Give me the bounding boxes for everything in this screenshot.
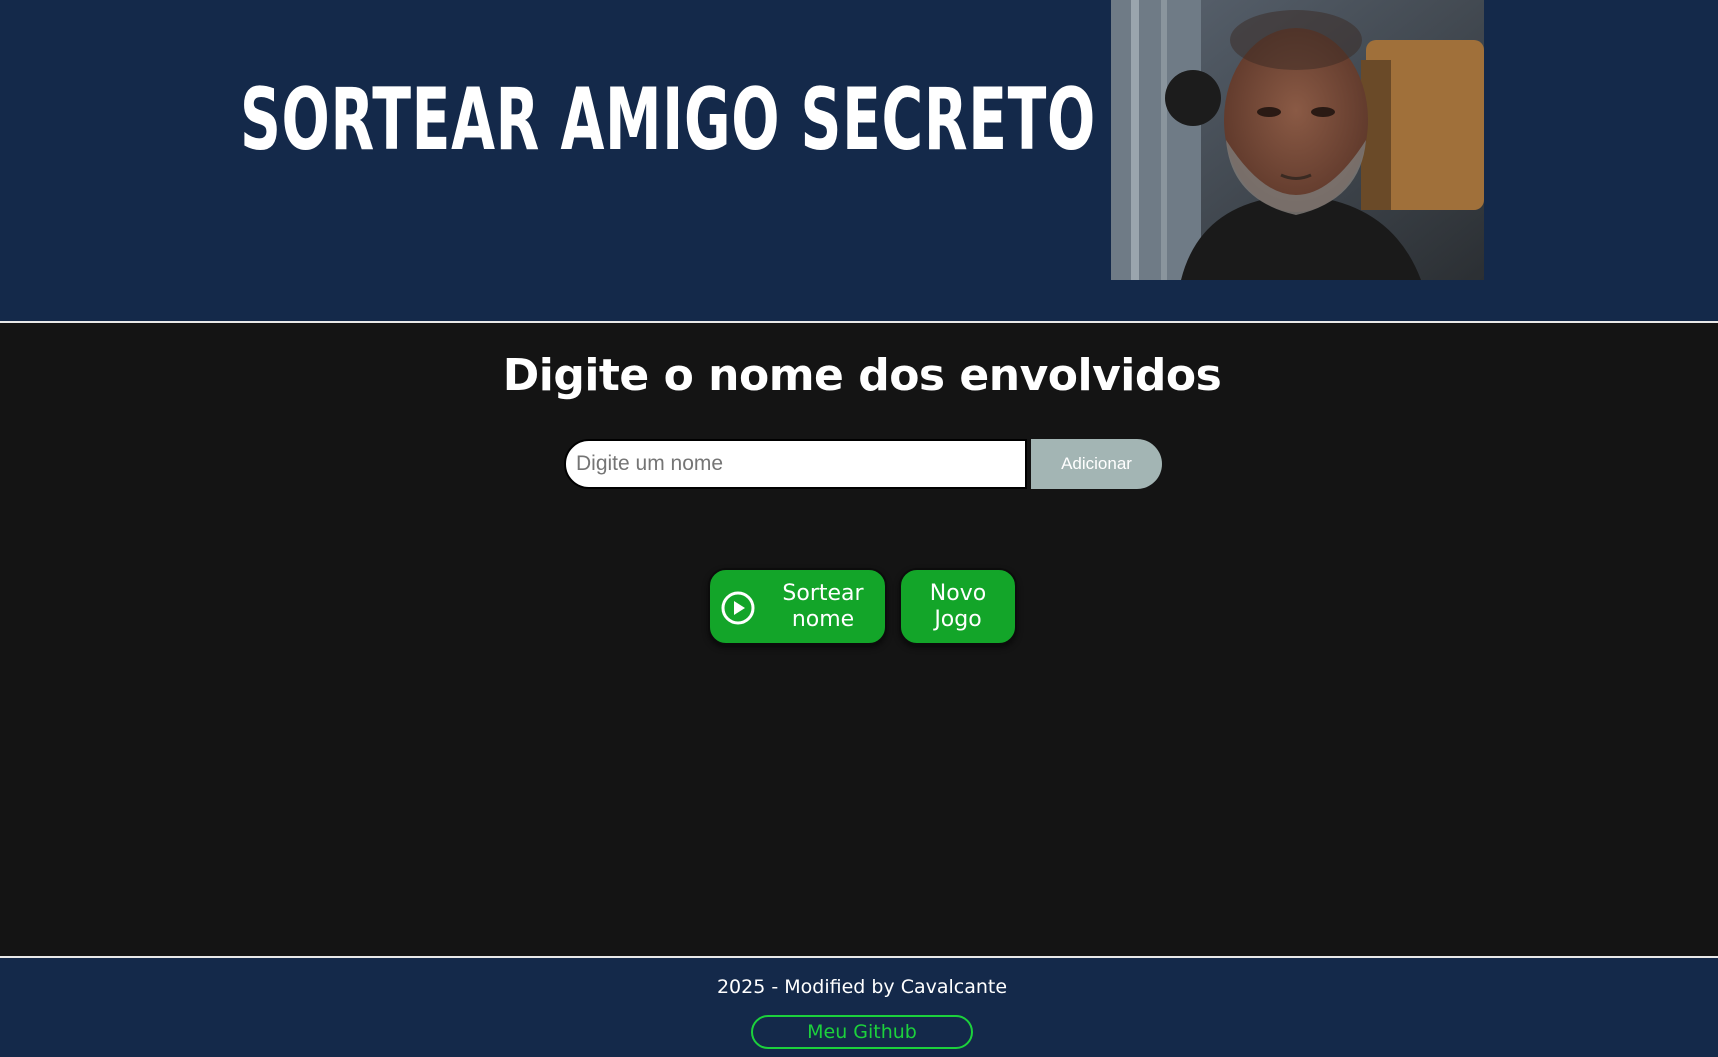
page-title: SORTEAR AMIGO SECRETO <box>240 70 1096 170</box>
name-input-row: Adicionar <box>564 439 1162 489</box>
page: SORTEAR AMIGO SECRETO Digite o nome dos … <box>0 0 1718 1057</box>
draw-name-button[interactable]: Sortear nome <box>708 568 887 645</box>
add-button[interactable]: Adicionar <box>1031 439 1162 489</box>
new-game-label: Novo Jogo <box>929 581 987 632</box>
play-circle-icon <box>721 591 755 625</box>
footer-credit: 2025 - Modified by Cavalcante <box>716 976 1008 998</box>
github-link[interactable]: Meu Github <box>751 1015 973 1049</box>
section-title: Digite o nome dos envolvidos <box>502 350 1222 401</box>
person-photo-image <box>1111 0 1484 280</box>
new-game-button[interactable]: Novo Jogo <box>899 568 1017 645</box>
header: SORTEAR AMIGO SECRETO <box>0 0 1718 323</box>
name-input[interactable] <box>564 439 1027 489</box>
footer: 2025 - Modified by Cavalcante Meu Github <box>0 956 1718 1057</box>
draw-name-label: Sortear nome <box>782 581 864 632</box>
main-section: Digite o nome dos envolvidos Adicionar S… <box>0 325 1718 956</box>
header-photo <box>1111 0 1484 280</box>
